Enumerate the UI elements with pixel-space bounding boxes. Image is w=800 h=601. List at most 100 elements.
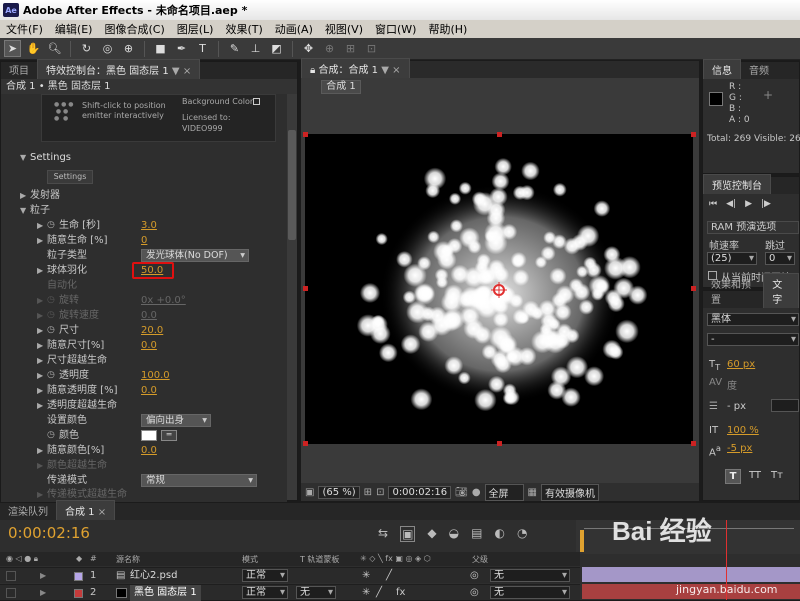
- region-of-interest-icon[interactable]: ⊡: [376, 487, 384, 498]
- frame-handle[interactable]: [691, 132, 696, 137]
- selection-tool-icon[interactable]: ➤: [4, 40, 21, 57]
- prop-rotation-speed-value[interactable]: 0.0: [141, 308, 157, 323]
- font-family-dropdown[interactable]: 黑体: [707, 313, 799, 326]
- quality-switch-icon[interactable]: ╱: [376, 585, 382, 601]
- layer-name[interactable]: 黑色 固态层 1: [130, 585, 201, 601]
- frame-blending-icon[interactable]: ▤: [471, 526, 482, 542]
- view-axis-icon[interactable]: ⊡: [363, 40, 380, 57]
- stopwatch-icon[interactable]: ◷: [47, 323, 55, 338]
- eyedropper-icon[interactable]: ═: [161, 430, 177, 441]
- parent-pickwhip-icon[interactable]: ◎: [470, 585, 479, 601]
- collapse-switch-icon[interactable]: ✳: [362, 585, 370, 601]
- stopwatch-icon[interactable]: ◷: [47, 308, 55, 323]
- draft-3d-icon[interactable]: ◆: [427, 526, 436, 542]
- pan-behind-icon[interactable]: ⊕: [120, 40, 137, 57]
- tab-comp-timeline[interactable]: 合成 1 ×: [56, 500, 116, 520]
- vertical-scale-value[interactable]: 100 %: [727, 425, 759, 436]
- video-toggle[interactable]: [6, 571, 16, 581]
- layer-name[interactable]: 红心2.psd: [130, 568, 177, 584]
- menu-effect[interactable]: 效果(T): [219, 21, 268, 37]
- effects-scrollbar[interactable]: [287, 94, 297, 500]
- collapse-triangle-icon[interactable]: ▶: [37, 308, 43, 323]
- baseline-shift-value[interactable]: -5 px: [727, 443, 752, 454]
- rotate-tool-icon[interactable]: ↻: [78, 40, 95, 57]
- menu-composition[interactable]: 图像合成(C): [98, 21, 170, 37]
- tab-close-icon[interactable]: ×: [392, 65, 400, 76]
- expand-triangle-icon[interactable]: ▶: [40, 585, 46, 601]
- work-area-start[interactable]: [580, 530, 584, 552]
- collapse-triangle-icon[interactable]: ▶: [37, 338, 43, 353]
- collapse-triangle-icon[interactable]: ▶: [37, 323, 43, 338]
- layer-row[interactable]: ▶ 1 ▤ 红心2.psd 正常 ✳ ╱ ◎ 无: [0, 567, 580, 583]
- hand-tool-icon[interactable]: ✋: [25, 40, 42, 57]
- tab-character[interactable]: 文字: [763, 273, 799, 308]
- frame-handle[interactable]: [691, 441, 696, 446]
- emitter-group[interactable]: ▶ 发射器: [1, 188, 287, 203]
- collapse-triangle-icon[interactable]: ▶: [37, 487, 43, 502]
- prop-opacity-random-value[interactable]: 0.0: [141, 383, 157, 398]
- timeline-timecode[interactable]: 0:00:02:16: [8, 524, 90, 542]
- prop-size-random-value[interactable]: 0.0: [141, 338, 157, 353]
- previous-frame-icon[interactable]: ◀|: [726, 199, 736, 209]
- stopwatch-icon[interactable]: ◷: [47, 293, 55, 308]
- play-icon[interactable]: ▶: [745, 199, 752, 209]
- faux-bold-button[interactable]: T: [725, 469, 741, 484]
- show-channel-icon[interactable]: ●: [472, 487, 481, 498]
- expand-triangle-icon[interactable]: ▼: [20, 203, 26, 218]
- grid-icon[interactable]: ⊞: [364, 487, 372, 498]
- world-axis-icon[interactable]: ⊞: [342, 40, 359, 57]
- expand-triangle-icon[interactable]: ▶: [40, 568, 46, 584]
- menu-edit[interactable]: 编辑(E): [49, 21, 99, 37]
- tab-audio[interactable]: 音频: [741, 60, 777, 79]
- clone-stamp-icon[interactable]: ⊥: [247, 40, 264, 57]
- frame-handle[interactable]: [497, 132, 502, 137]
- column-parent[interactable]: 父级: [472, 554, 488, 565]
- transfer-mode-dropdown[interactable]: 常规: [141, 474, 257, 487]
- collapse-triangle-icon[interactable]: ▶: [20, 188, 26, 203]
- layer-label-color[interactable]: [74, 589, 83, 598]
- quality-switch-icon[interactable]: ╱: [386, 568, 392, 584]
- comp-viewer[interactable]: [305, 134, 693, 444]
- stroke-field[interactable]: [771, 399, 799, 412]
- live-update-icon[interactable]: ▣: [400, 526, 416, 542]
- next-frame-icon[interactable]: |▶: [761, 199, 771, 209]
- frame-rate-dropdown[interactable]: (25): [707, 252, 757, 265]
- stopwatch-icon[interactable]: ◷: [47, 218, 55, 233]
- tab-close-icon[interactable]: ×: [183, 66, 191, 77]
- tracking-value[interactable]: 度: [727, 377, 737, 392]
- frame-handle[interactable]: [303, 132, 308, 137]
- motion-blur-icon[interactable]: ◐: [494, 526, 504, 542]
- menu-animation[interactable]: 动画(A): [269, 21, 319, 37]
- menu-help[interactable]: 帮助(H): [422, 21, 473, 37]
- menu-window[interactable]: 窗口(W): [369, 21, 422, 37]
- zoom-tool-icon[interactable]: 🔍︎: [46, 40, 63, 57]
- collapse-triangle-icon[interactable]: ▶: [37, 353, 43, 368]
- leading-value[interactable]: - px: [727, 401, 746, 412]
- current-time-display[interactable]: 0:00:02:16: [388, 485, 452, 499]
- pen-tool-icon[interactable]: ✒: [173, 40, 190, 57]
- tab-info[interactable]: 信息: [703, 59, 741, 79]
- parent-pickwhip-icon[interactable]: ◎: [470, 568, 479, 584]
- collapse-triangle-icon[interactable]: ▶: [37, 458, 43, 473]
- tab-render-queue[interactable]: 渲染队列: [0, 501, 56, 520]
- active-camera-dropdown[interactable]: 有效摄像机: [541, 483, 599, 501]
- axis-mode-icon[interactable]: ⊕: [321, 40, 338, 57]
- tab-project[interactable]: 项目: [1, 60, 37, 79]
- layer-mode-dropdown[interactable]: 正常: [242, 586, 288, 599]
- tab-close-icon[interactable]: ×: [98, 507, 106, 518]
- collapse-triangle-icon[interactable]: ▶: [37, 443, 43, 458]
- layer-label-color[interactable]: [74, 572, 83, 581]
- layer-track-matte-dropdown[interactable]: 无: [296, 586, 336, 599]
- ram-preview-options[interactable]: RAM 预演选项: [707, 221, 799, 234]
- column-source-name[interactable]: 源名称: [116, 554, 140, 565]
- comp-mini-flowchart-icon[interactable]: ⇆: [378, 526, 388, 542]
- effect-switch-icon[interactable]: fx: [396, 585, 405, 601]
- collapse-triangle-icon[interactable]: ▶: [37, 398, 43, 413]
- collapse-triangle-icon[interactable]: ▶: [37, 233, 43, 248]
- frame-handle[interactable]: [303, 286, 308, 291]
- resolution-dropdown[interactable]: 全屏: [484, 483, 524, 501]
- settings-group[interactable]: ▼ Settings: [1, 150, 287, 165]
- collapse-triangle-icon[interactable]: ▶: [37, 368, 43, 383]
- column-mode[interactable]: 模式: [242, 554, 258, 565]
- prop-rotation-value[interactable]: 0x +0.0°: [141, 293, 186, 308]
